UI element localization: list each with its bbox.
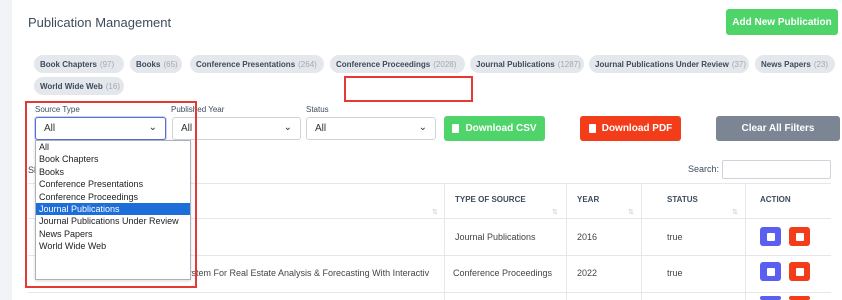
status-value: All xyxy=(315,123,327,134)
trash-icon xyxy=(795,267,804,276)
edit-button[interactable] xyxy=(760,262,781,281)
chip-journal-publications-under-review[interactable]: Journal Publications Under Review (37) xyxy=(589,55,749,73)
chip-conference-proceedings[interactable]: Conference Proceedings (2028) xyxy=(330,55,465,73)
chip-books[interactable]: Books (65) xyxy=(130,55,182,73)
sort-icon[interactable]: ⇅ xyxy=(732,208,738,216)
edit-button[interactable] xyxy=(760,227,781,246)
column-header-type[interactable]: TYPE OF SOURCE xyxy=(455,195,526,204)
edit-icon xyxy=(766,267,775,276)
file-icon xyxy=(588,124,596,133)
row-year: 2016 xyxy=(577,232,598,242)
highlight-box-empty xyxy=(344,76,473,102)
download-pdf-button[interactable]: Download PDF xyxy=(580,116,681,141)
chevron-down-icon: ⌄ xyxy=(418,122,427,133)
clear-all-filters-button[interactable]: Clear All Filters xyxy=(716,116,840,141)
edit-icon xyxy=(766,232,775,241)
search-label: Search: xyxy=(688,164,720,174)
sort-icon[interactable]: ⇅ xyxy=(552,208,558,216)
search-input[interactable] xyxy=(722,160,831,179)
row-type: Journal Publications xyxy=(455,232,536,242)
delete-button[interactable] xyxy=(789,262,810,281)
delete-button[interactable] xyxy=(789,296,810,300)
highlight-box-source-type xyxy=(25,101,197,288)
column-header-action: ACTION xyxy=(760,195,791,204)
edit-button[interactable] xyxy=(760,296,781,300)
trash-icon xyxy=(795,232,804,241)
column-header-status[interactable]: STATUS xyxy=(667,195,698,204)
delete-button[interactable] xyxy=(789,227,810,246)
sort-icon[interactable]: ⇅ xyxy=(628,208,634,216)
file-icon xyxy=(452,124,460,133)
row-status: true xyxy=(667,232,683,242)
download-csv-button[interactable]: Download CSV xyxy=(444,116,545,141)
chip-news-papers[interactable]: News Papers (23) xyxy=(755,55,835,73)
chip-conference-presentations[interactable]: Conference Presentations (264) xyxy=(190,55,324,73)
row-year: 2022 xyxy=(577,268,598,278)
row-title: ystem For Real Estate Analysis & Forecas… xyxy=(187,268,430,278)
chevron-down-icon: ⌄ xyxy=(283,122,292,133)
status-select[interactable]: All ⌄ xyxy=(306,117,436,140)
chip-journal-publications[interactable]: Journal Publications (1287) xyxy=(470,55,584,73)
add-new-publication-button[interactable]: Add New Publication xyxy=(726,9,838,35)
row-status: true xyxy=(667,268,683,278)
row-type: Conference Proceedings xyxy=(453,268,553,278)
chip-world-wide-web[interactable]: World Wide Web (16) xyxy=(34,77,124,95)
status-label: Status xyxy=(306,105,329,114)
page-title: Publication Management xyxy=(28,15,172,30)
sort-icon[interactable]: ⇅ xyxy=(432,208,438,216)
chip-book-chapters[interactable]: Book Chapters (97) xyxy=(34,55,124,73)
left-sidebar-strip xyxy=(0,0,12,300)
column-header-year[interactable]: YEAR xyxy=(577,195,599,204)
